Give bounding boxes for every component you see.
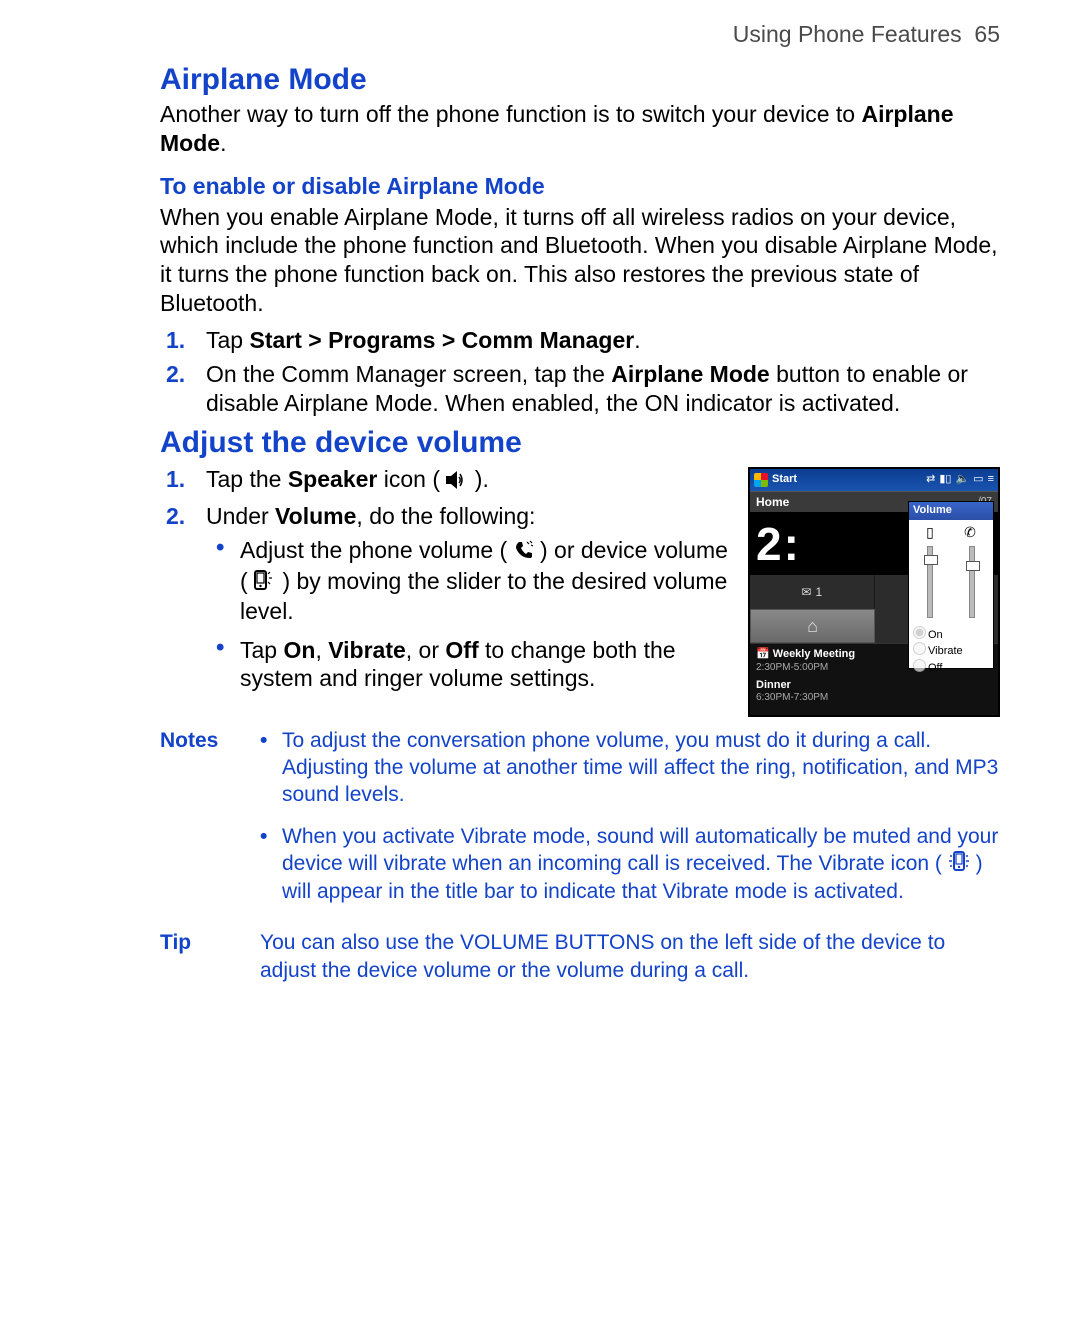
opt-vibrate: Vibrate xyxy=(913,642,989,659)
clock-digits: 2: xyxy=(756,516,801,574)
volume-bullet-2: Tap On, Vibrate, or Off to change both t… xyxy=(240,636,734,694)
windows-flag-icon xyxy=(754,473,768,487)
heading-adjust-volume: Adjust the device volume xyxy=(160,424,1000,462)
device-volume-slider xyxy=(927,546,933,618)
speaker-icon xyxy=(446,467,468,496)
start-label: Start xyxy=(772,473,797,487)
airplane-step-1: Tap Start > Programs > Comm Manager. xyxy=(206,326,1000,355)
house-icon: ⌂ xyxy=(807,615,818,638)
note-2: When you activate Vibrate mode, sound wi… xyxy=(260,823,1000,906)
volume-substeps: Adjust the phone volume ( ) or device vo… xyxy=(206,536,734,693)
running-header: Using Phone Features 65 xyxy=(100,20,1000,49)
tip-block: Tip You can also use the VOLUME BUTTONS … xyxy=(160,929,1000,984)
section-name: Using Phone Features xyxy=(733,21,962,47)
connection-icon: ⇄ xyxy=(926,473,935,487)
notes-label: Notes xyxy=(160,727,260,920)
airplane-desc: When you enable Airplane Mode, it turns … xyxy=(160,203,1000,318)
heading-enable-disable-airplane: To enable or disable Airplane Mode xyxy=(160,172,1000,201)
notes-body: To adjust the conversation phone volume,… xyxy=(260,727,1000,920)
tip-label: Tip xyxy=(160,929,260,984)
home-cell: ⌂ xyxy=(750,609,875,643)
volume-options: On Vibrate Off xyxy=(909,624,993,676)
device-screenshot: Start ⇄ ▮▯ 🔈 ▭ ≡ Home /07 2: ✉1 💬3 xyxy=(748,467,1000,717)
volume-step-2: Under Volume, do the following: Adjust t… xyxy=(206,502,734,694)
phone-volume-icon xyxy=(514,538,534,567)
page-number: 65 xyxy=(974,21,1000,47)
envelope-icon: ✉ xyxy=(801,585,811,600)
titlebar-status-icons: ⇄ ▮▯ 🔈 ▭ ≡ xyxy=(926,473,994,487)
volume-step-1: Tap the Speaker icon ( ). xyxy=(206,465,734,495)
signal-icon: ▮▯ xyxy=(939,473,951,487)
calendar-icon: 📅 xyxy=(756,648,770,660)
speaker-status-icon: 🔈 xyxy=(955,473,969,487)
volume-bullet-1: Adjust the phone volume ( ) or device vo… xyxy=(240,536,734,625)
note-1: To adjust the conversation phone volume,… xyxy=(260,727,1000,809)
popup-device-volume-icon: ▯ xyxy=(926,524,934,542)
vibrate-icon xyxy=(948,851,970,878)
airplane-intro: Another way to turn off the phone functi… xyxy=(160,100,1000,158)
opt-on: On xyxy=(913,626,989,643)
heading-airplane-mode: Airplane Mode xyxy=(160,61,1000,99)
opt-off: Off xyxy=(913,659,989,676)
volume-popup: Volume ▯ ✆ On Vibrate Off xyxy=(908,501,994,669)
phone-volume-slider xyxy=(969,546,975,618)
device-volume-icon xyxy=(254,568,276,597)
airplane-steps: Tap Start > Programs > Comm Manager. On … xyxy=(160,326,1000,418)
popup-phone-volume-icon: ✆ xyxy=(964,524,976,542)
volume-text-column: Tap the Speaker icon ( ). Under Volume, … xyxy=(160,463,744,703)
volume-popup-title: Volume xyxy=(909,502,993,520)
battery-icon: ▭ xyxy=(973,473,983,487)
ok-icon: ≡ xyxy=(988,473,994,487)
volume-steps: Tap the Speaker icon ( ). Under Volume, … xyxy=(160,465,734,693)
volume-row: Tap the Speaker icon ( ). Under Volume, … xyxy=(160,463,1000,717)
screenshot-titlebar: Start ⇄ ▮▯ 🔈 ▭ ≡ xyxy=(750,469,998,491)
tip-body: You can also use the VOLUME BUTTONS on t… xyxy=(260,929,1000,984)
home-label: Home xyxy=(756,495,789,510)
manual-page: Using Phone Features 65 Airplane Mode An… xyxy=(0,0,1080,1327)
mail-cell: ✉1 xyxy=(750,575,875,609)
airplane-step-2: On the Comm Manager screen, tap the Airp… xyxy=(206,360,1000,418)
notes-block: Notes To adjust the conversation phone v… xyxy=(160,727,1000,920)
